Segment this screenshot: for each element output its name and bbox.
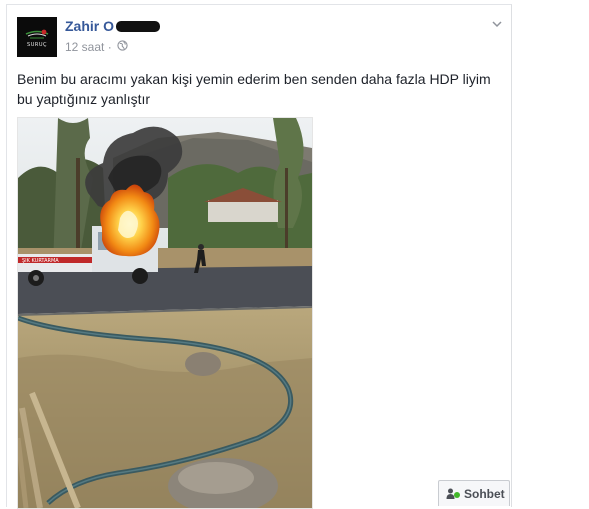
post-meta: 12 saat · — [65, 40, 128, 55]
online-status-dot — [454, 492, 460, 498]
chat-sidebar-button[interactable]: Sohbet — [438, 480, 510, 506]
author-name[interactable]: Zahir O — [65, 18, 161, 34]
chevron-down-icon[interactable] — [491, 17, 503, 29]
burning-truck-photo: ŞIK KURTARMA — [18, 118, 312, 508]
post-message: Benim bu aracımı yakan kişi yemin ederim… — [17, 69, 505, 109]
redaction-mark — [116, 20, 161, 32]
author-avatar[interactable]: SURUÇ — [17, 17, 57, 57]
post-card: SURUÇ Zahir O 12 saat · Benim bu aracımı… — [6, 4, 512, 509]
post-photo[interactable]: ŞIK KURTARMA — [17, 117, 313, 509]
avatar-logo-icon — [17, 17, 57, 57]
post-message-line: Benim bu aracımı yakan kişi yemin ederim… — [17, 71, 491, 87]
truck-sign-text: ŞIK KURTARMA — [22, 258, 59, 264]
globe-icon[interactable] — [117, 40, 128, 54]
author-name-text[interactable]: Zahir O — [65, 18, 114, 34]
avatar-logo-text: SURUÇ — [27, 42, 47, 48]
chat-label[interactable]: Sohbet — [464, 487, 505, 501]
post-message-line: bu yaptığınız yanlıştır — [17, 91, 151, 107]
post-timestamp[interactable]: 12 saat — [65, 40, 104, 54]
